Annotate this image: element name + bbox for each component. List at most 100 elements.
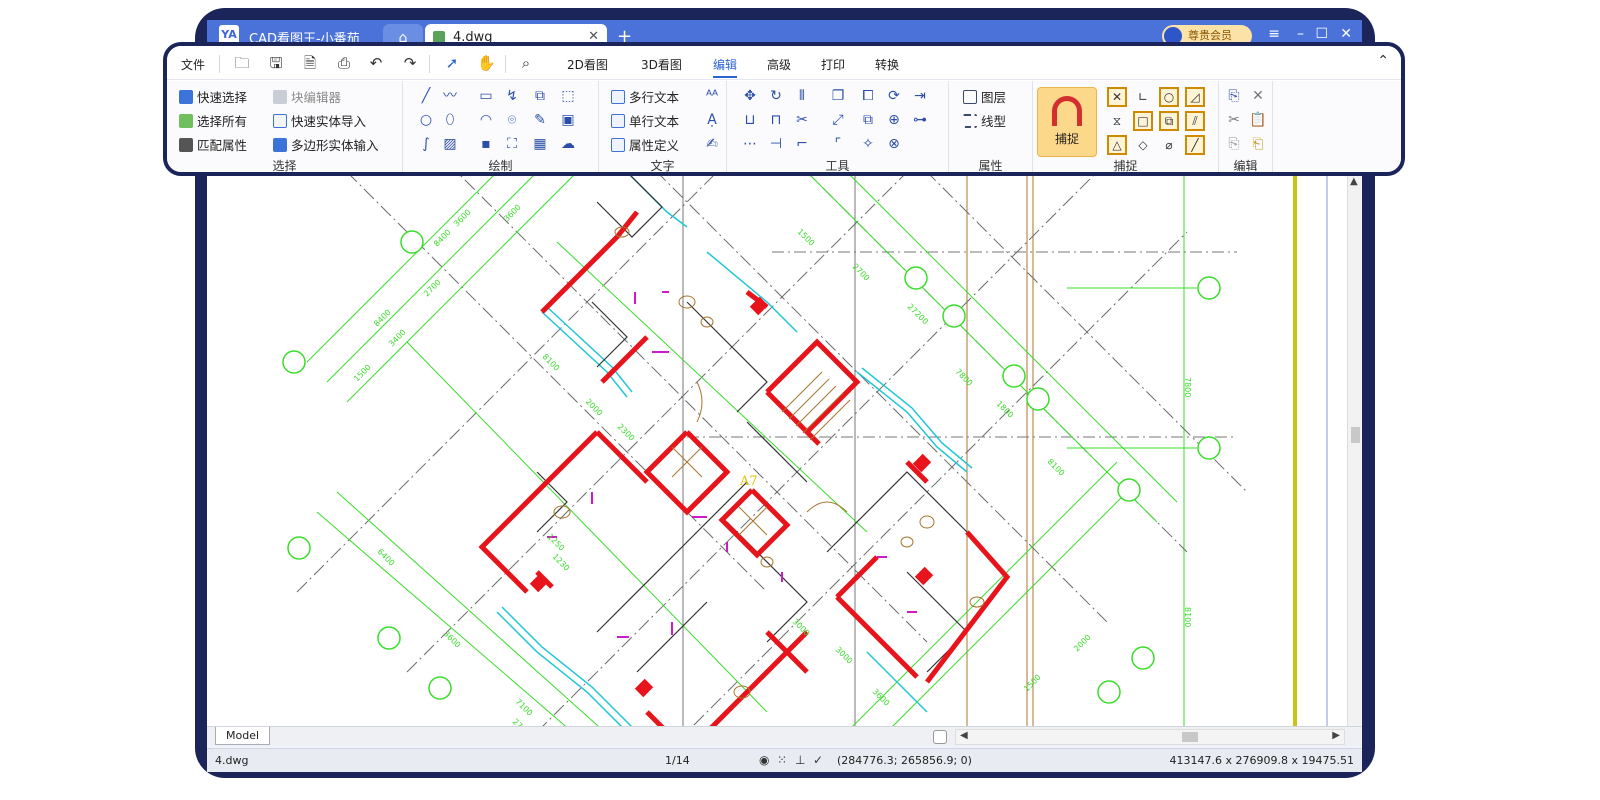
delete-icon[interactable]: ✕ [1249, 87, 1267, 105]
fillet-icon[interactable]: ⌐ [793, 135, 811, 153]
zoom-search-icon[interactable]: ⌕ [517, 54, 535, 72]
select-all-button[interactable]: 选择所有 [179, 111, 247, 130]
join-icon[interactable]: ⊕ [885, 111, 903, 129]
text-edit-icon[interactable]: Ạ [703, 111, 721, 129]
snap-nearest-icon[interactable]: ⌀ [1159, 135, 1179, 155]
snap-parallel-icon[interactable]: ⫽ [1185, 111, 1205, 131]
open-file-icon[interactable]: 🗀 [233, 54, 251, 72]
rectangle-icon[interactable]: ▭ [477, 87, 495, 105]
match-properties-button[interactable]: 匹配属性 [179, 135, 247, 154]
hatch-icon[interactable]: ▨ [441, 135, 459, 153]
polygon-input-button[interactable]: 多边形实体输入 [273, 135, 379, 154]
snap-square-icon[interactable]: □ [1133, 111, 1153, 131]
tab-menu-button[interactable] [933, 730, 947, 744]
snap-toggle-icon[interactable]: ◉ [759, 753, 769, 767]
break-icon[interactable]: ⋯ [741, 135, 759, 153]
block-insert-icon[interactable]: ⧉ [531, 87, 549, 105]
copy-icon[interactable]: ⎘ [1225, 87, 1243, 105]
copy-base-icon[interactable]: ⎘ [1225, 135, 1243, 153]
ortho-toggle-icon[interactable]: ⊥ [795, 753, 805, 767]
spline-icon[interactable]: ∫ [417, 135, 435, 153]
paste-icon[interactable]: 📋 [1249, 111, 1267, 129]
snap-perpendicular-icon[interactable]: ∟ [1133, 87, 1153, 107]
polar-toggle-icon[interactable]: ✓ [813, 753, 823, 767]
trim-icon[interactable]: ✂ [793, 111, 811, 129]
select-arrow-icon[interactable]: ➚ [443, 54, 461, 72]
close-window-button[interactable]: ✕ [1340, 26, 1352, 42]
spiral-icon[interactable]: ⌾ [503, 111, 521, 129]
menu-file[interactable]: 文件 [181, 56, 205, 73]
tab-2d-view[interactable]: 2D看图 [567, 56, 608, 73]
vertical-scroll-thumb[interactable] [1351, 427, 1360, 443]
pan-hand-icon[interactable]: ✋ [477, 54, 496, 72]
snap-triangle-icon[interactable]: △ [1107, 135, 1127, 155]
tab-advanced[interactable]: 高级 [767, 56, 791, 73]
tab-print[interactable]: 打印 [821, 56, 845, 73]
scale-icon[interactable]: ⤢ [829, 111, 847, 129]
snap-intersection-icon[interactable]: ✕ [1107, 87, 1127, 107]
cloud-icon[interactable]: ☁ [559, 135, 577, 153]
menu-icon[interactable]: ≡ [1268, 26, 1280, 42]
horizontal-scroll-thumb[interactable] [1182, 732, 1198, 742]
scroll-up-icon[interactable]: ▲ [1350, 176, 1358, 187]
measure-icon[interactable]: ⊶ [911, 111, 929, 129]
lengthen-icon[interactable]: ⊣ [767, 135, 785, 153]
region-icon[interactable]: ⬚ [559, 87, 577, 105]
collapse-up-icon[interactable]: ⌃ [1377, 53, 1389, 69]
tab-edit[interactable]: 编辑 [713, 56, 738, 78]
print-icon[interactable]: ⎙ [335, 54, 353, 72]
tab-convert[interactable]: 转换 [875, 56, 899, 73]
undo-icon[interactable]: ↶ [367, 54, 385, 72]
align-icon[interactable]: ⇥ [911, 87, 929, 105]
offset-icon[interactable]: ⟳ [885, 87, 903, 105]
array-icon[interactable]: ⧠ [859, 87, 877, 105]
layer-button[interactable]: 图层 [963, 87, 1006, 106]
purge-icon[interactable]: ⊗ [885, 135, 903, 153]
insert-image-icon[interactable]: ⛶ [503, 135, 521, 153]
tab-3d-view[interactable]: 3D看图 [641, 56, 682, 73]
scroll-left-icon[interactable]: ◀ [960, 730, 968, 741]
polyline-icon[interactable]: 〰 [441, 87, 459, 105]
image-icon[interactable]: ▣ [559, 111, 577, 129]
snap-quadrant-icon[interactable]: ◇ [1133, 135, 1153, 155]
arc-icon[interactable]: ◠ [477, 111, 495, 129]
save-pdf-icon[interactable]: 🗎 [301, 54, 319, 72]
pencil-icon[interactable]: ✎ [531, 111, 549, 129]
linetype-button[interactable]: 线型 [963, 111, 1006, 130]
move-icon[interactable]: ✥ [741, 87, 759, 105]
redo-icon[interactable]: ↷ [401, 54, 419, 72]
extend-icon[interactable]: ⊓ [767, 111, 785, 129]
snap-extension-icon[interactable]: ╱ [1185, 135, 1205, 155]
table-icon[interactable]: ▦ [531, 135, 549, 153]
rotate-icon[interactable]: ↻ [767, 87, 785, 105]
erase-icon[interactable]: ✧ [859, 135, 877, 153]
polyline-dropdown-icon[interactable]: ↯ [503, 87, 521, 105]
horizontal-scrollbar[interactable]: ◀ ▶ [955, 729, 1345, 745]
circle-icon[interactable]: ○ [417, 111, 435, 129]
quick-import-button[interactable]: 快速实体导入 [273, 111, 366, 130]
block-editor-button[interactable]: 块编辑器 [273, 87, 341, 106]
model-tab[interactable]: Model [215, 727, 271, 745]
snap-circle-icon[interactable]: ○ [1159, 87, 1179, 107]
scroll-right-icon[interactable]: ▶ [1332, 730, 1340, 741]
single-text-button[interactable]: 单行文本 [611, 111, 679, 130]
minimize-button[interactable]: – [1297, 26, 1304, 42]
snap-toggle-button[interactable]: 捕捉 [1037, 87, 1097, 157]
line-icon[interactable]: ╱ [417, 87, 435, 105]
chamfer-icon[interactable]: ⌜ [829, 135, 847, 153]
cut-icon[interactable]: ✂ [1225, 111, 1243, 129]
mirror-icon[interactable]: ⫴ [793, 87, 811, 105]
grid-toggle-icon[interactable]: ⁙ [777, 753, 787, 767]
quick-select-button[interactable]: 快速选择 [179, 87, 247, 106]
stretch-icon[interactable]: ⊔ [741, 111, 759, 129]
explode-icon[interactable]: ⧉ [859, 111, 877, 129]
ellipse-icon[interactable]: ⬯ [441, 111, 459, 129]
snap-insertion-icon[interactable]: ⧉ [1159, 111, 1179, 131]
text-style-icon[interactable]: ᴬᴬ [703, 87, 721, 105]
maximize-button[interactable]: ☐ [1315, 26, 1328, 42]
snap-midpoint-icon[interactable]: ⧖ [1107, 111, 1127, 131]
snap-tangent-icon[interactable]: ◿ [1185, 87, 1205, 107]
mtext-button[interactable]: 多行文本 [611, 87, 679, 106]
paste-block-icon[interactable]: ⎗ [1249, 135, 1267, 153]
attribute-define-button[interactable]: 属性定义 [611, 135, 679, 154]
